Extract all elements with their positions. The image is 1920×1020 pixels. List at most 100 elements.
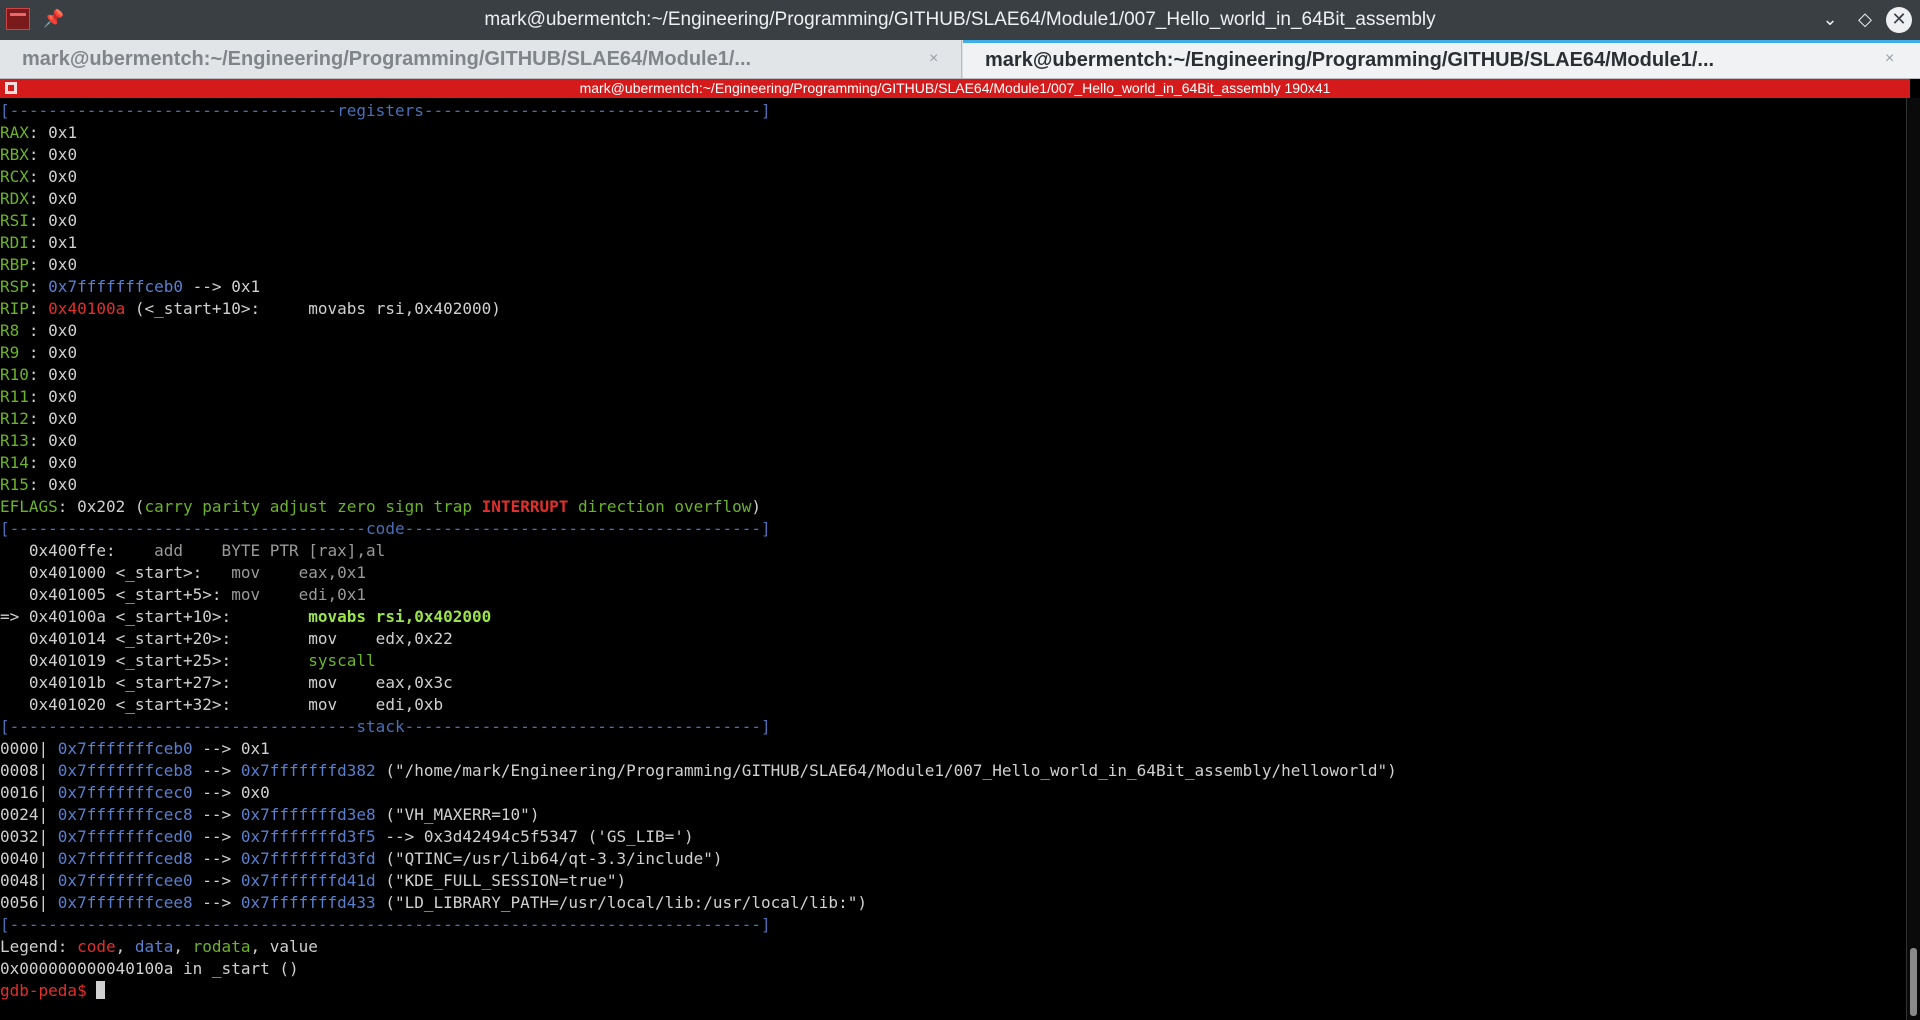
register-value: 0x0 xyxy=(48,211,78,230)
stack-arrow: --> xyxy=(192,805,241,824)
minimize-chevron-down-icon[interactable]: ⌄ xyxy=(1818,8,1842,32)
text-cursor xyxy=(96,981,106,999)
tab-bar: mark@ubermentch:~/Engineering/Programmin… xyxy=(0,40,1920,79)
legend-label: Legend: xyxy=(0,937,78,956)
stack-pointer: 0x7fffffffd3fd xyxy=(240,849,376,868)
stack-arrow: --> xyxy=(192,827,241,846)
code-prefix: 0x401020 <_start+32>: xyxy=(0,695,309,714)
stack-pointer: 0x7fffffffd433 xyxy=(240,893,376,912)
stack-value: ("LD_LIBRARY_PATH=/usr/local/lib:/usr/lo… xyxy=(375,893,867,912)
register-value: 0x1 xyxy=(48,233,78,252)
stack-offset: 0040| xyxy=(0,849,58,868)
stack-value: 0x0 xyxy=(240,783,270,802)
register-value: 0x0 xyxy=(48,409,78,428)
register-value: 0x0 xyxy=(48,189,78,208)
stack-offset: 0016| xyxy=(0,783,58,802)
register-line: RCX: 0x0 xyxy=(0,167,78,186)
stack-line: 0048| 0x7fffffffcee0 --> 0x7fffffffd41d … xyxy=(0,870,1906,892)
code-prefix: 0x401000 <_start>: xyxy=(0,563,232,582)
code-line: 0x401000 <_start>: mov eax,0x1 xyxy=(0,562,1906,584)
window-title: mark@ubermentch:~/Engineering/Programmin… xyxy=(484,9,1436,30)
eflags-flags: carry parity adjust zero sign trap xyxy=(144,497,473,516)
code-line-current: => 0x40100a <_start+10>: movabs rsi,0x40… xyxy=(0,606,1906,628)
prompt-line[interactable]: gdb-peda$ xyxy=(0,980,1906,1002)
code-line: 0x40101b <_start+27>: mov eax,0x3c xyxy=(0,672,1906,694)
register-value: 0x0 xyxy=(48,343,78,362)
maximize-diamond-icon[interactable]: ◇ xyxy=(1853,8,1877,32)
stack-pointer: 0x7fffffffd3e8 xyxy=(240,805,376,824)
tab-label: mark@ubermentch:~/Engineering/Programmin… xyxy=(985,49,1715,71)
register-value: 0x0 xyxy=(48,145,78,164)
register-line: RBP: 0x0 xyxy=(0,255,78,274)
register-name: R11 xyxy=(0,387,29,406)
code-instruction: syscall xyxy=(308,651,376,670)
register-line: R12: 0x0 xyxy=(0,409,78,428)
separator-stack: [------------------------------------sta… xyxy=(0,717,771,736)
split-view-icon[interactable] xyxy=(5,82,17,94)
register-line: R15: 0x0 xyxy=(0,475,78,494)
tab-close-icon[interactable]: × xyxy=(929,40,938,78)
stack-offset: 0056| xyxy=(0,893,58,912)
register-value: 0x0 xyxy=(48,453,78,472)
tab-session-1[interactable]: mark@ubermentch:~/Engineering/Programmin… xyxy=(0,40,962,78)
code-line: 0x401005 <_start+5>: mov edi,0x1 xyxy=(0,584,1906,606)
stack-arrow: --> xyxy=(192,739,241,758)
stack-address: 0x7fffffffcec8 xyxy=(57,805,193,824)
stack-offset: 0024| xyxy=(0,805,58,824)
terminal-output[interactable]: [----------------------------------regis… xyxy=(0,100,1906,1015)
stack-arrow: --> xyxy=(192,849,241,868)
stack-address: 0x7fffffffceb0 xyxy=(57,739,193,758)
stack-line: 0032| 0x7fffffffced0 --> 0x7fffffffd3f5 … xyxy=(0,826,1906,848)
code-prefix: => 0x40100a <_start+10>: xyxy=(0,607,309,626)
register-line-rip: RIP: 0x40100a (<_start+10>: movabs rsi,0… xyxy=(0,299,501,318)
legend-sep: , xyxy=(115,937,135,956)
session-title-bar: mark@ubermentch:~/Engineering/Programmin… xyxy=(0,79,1910,98)
stack-address: 0x7fffffffcee0 xyxy=(57,871,193,890)
register-line: RSI: 0x0 xyxy=(0,211,78,230)
register-value: 0x0 xyxy=(48,255,78,274)
code-instruction: mov edi,0xb xyxy=(308,695,444,714)
legend-value: , value xyxy=(250,937,318,956)
register-name: R8 xyxy=(0,321,29,340)
terminal-scrollbar[interactable] xyxy=(1906,98,1920,1020)
close-window-icon[interactable]: ✕ xyxy=(1886,7,1912,33)
register-name: RDX xyxy=(0,189,29,208)
separator-end: [---------------------------------------… xyxy=(0,915,771,934)
eflags-flags: direction overflow xyxy=(578,497,752,516)
register-name: RSI xyxy=(0,211,29,230)
register-line-rsp: RSP: 0x7fffffffceb0 --> 0x1 xyxy=(0,277,261,296)
stack-pointer: 0x7fffffffd382 xyxy=(240,761,376,780)
register-name: R12 xyxy=(0,409,29,428)
separator-registers: [----------------------------------regis… xyxy=(0,101,771,120)
register-name: R15 xyxy=(0,475,29,494)
stack-line: 0000| 0x7fffffffceb0 --> 0x1 xyxy=(0,738,1906,760)
register-name: RAX xyxy=(0,123,29,142)
stack-value: 0x1 xyxy=(240,739,270,758)
tab-close-icon[interactable]: × xyxy=(1885,43,1894,76)
code-instruction: add BYTE PTR [rax],al xyxy=(154,541,386,560)
tab-session-2-active[interactable]: mark@ubermentch:~/Engineering/Programmin… xyxy=(963,40,1920,78)
code-line: 0x401019 <_start+25>: syscall xyxy=(0,650,1906,672)
stack-pointer: 0x7fffffffd3f5 xyxy=(240,827,376,846)
register-value: 0x0 xyxy=(48,431,78,450)
separator-code: [-------------------------------------co… xyxy=(0,519,771,538)
register-name: RBP xyxy=(0,255,29,274)
register-line: R11: 0x0 xyxy=(0,387,78,406)
stack-line: 0016| 0x7fffffffcec0 --> 0x0 xyxy=(0,782,1906,804)
code-prefix: 0x400ffe: xyxy=(0,541,155,560)
code-prefix: 0x401019 <_start+25>: xyxy=(0,651,309,670)
code-line: 0x400ffe: add BYTE PTR [rax],al xyxy=(0,540,1906,562)
scrollbar-thumb[interactable] xyxy=(1910,948,1917,1016)
stack-line: 0008| 0x7fffffffceb8 --> 0x7fffffffd382 … xyxy=(0,760,1906,782)
stack-address: 0x7fffffffceb8 xyxy=(57,761,193,780)
code-line: 0x401014 <_start+20>: mov edx,0x22 xyxy=(0,628,1906,650)
register-value: 0x0 xyxy=(48,167,78,186)
stack-value: --> 0x3d42494c5f5347 ('GS_LIB=') xyxy=(375,827,694,846)
stack-address: 0x7fffffffceb0 xyxy=(48,277,184,296)
code-line: 0x401020 <_start+32>: mov edi,0xb xyxy=(0,694,1906,716)
stack-line: 0040| 0x7fffffffced8 --> 0x7fffffffd3fd … xyxy=(0,848,1906,870)
code-prefix: 0x40101b <_start+27>: xyxy=(0,673,309,692)
register-line: RAX: 0x1 xyxy=(0,123,78,142)
register-line: R8 : 0x0 xyxy=(0,321,78,340)
legend-line: Legend: code, data, rodata, value xyxy=(0,936,1906,958)
